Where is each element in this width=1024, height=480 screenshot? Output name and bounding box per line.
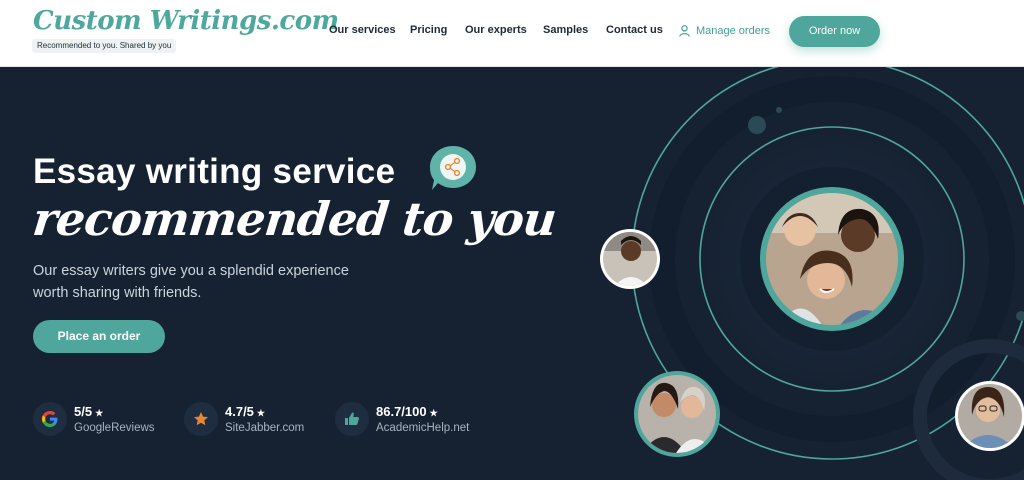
hero-title-script: recommended to you [30, 192, 559, 246]
logo[interactable]: Custom Writings.com [33, 6, 339, 36]
site-header: Custom Writings.com Recommended to you. … [0, 0, 1024, 67]
rating-score: 4.7/5 ★ [225, 404, 265, 419]
nav-our-experts[interactable]: Our experts [465, 24, 527, 36]
nav-pricing[interactable]: Pricing [410, 24, 447, 36]
share-bubble-icon [430, 146, 476, 190]
logo-tagline: Recommended to you. Shared by you [32, 39, 177, 53]
place-order-button[interactable]: Place an order [33, 320, 165, 353]
orbit-dot-large [748, 116, 766, 134]
rating-score: 5/5 ★ [74, 404, 104, 419]
nav-our-services[interactable]: Our services [329, 24, 396, 36]
orbit-dot-edge [1016, 311, 1024, 321]
star-icon: ★ [256, 408, 265, 418]
orbit-dot-small [776, 107, 782, 113]
rating-source: SiteJabber.com [225, 422, 305, 434]
thumbs-up-icon [335, 402, 369, 436]
hero-subtitle: Our essay writers give you a splendid ex… [33, 263, 349, 301]
avatar-woman-glasses [958, 384, 1022, 448]
rating-source: AcademicHelp.net [376, 422, 470, 434]
avatar-group-friends [766, 193, 898, 325]
manage-orders-label: Manage orders [696, 25, 770, 37]
nav-samples[interactable]: Samples [543, 24, 588, 36]
avatar-two-women [638, 375, 716, 453]
manage-orders-link[interactable]: Manage orders [679, 23, 770, 39]
star-icon: ★ [429, 408, 438, 418]
nav-contact-us[interactable]: Contact us [606, 24, 663, 36]
rating-source: GoogleReviews [74, 422, 155, 434]
order-now-button[interactable]: Order now [789, 16, 880, 47]
hero-title: Essay writing service [33, 152, 396, 191]
hero-section: Essay writing service recommended to you… [0, 67, 1024, 480]
star-icon: ★ [95, 408, 104, 418]
rating-score: 86.7/100 ★ [376, 404, 438, 419]
google-icon [33, 402, 67, 436]
star-icon [184, 402, 218, 436]
user-icon [679, 25, 690, 37]
